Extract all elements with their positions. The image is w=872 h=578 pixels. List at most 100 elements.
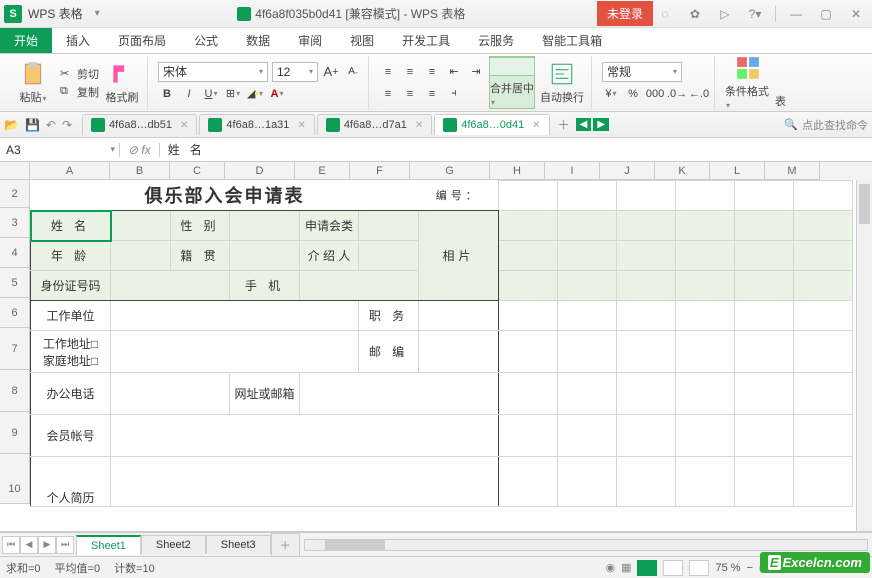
ribbon-tab-view[interactable]: 视图 [336,28,388,53]
photo-cell[interactable]: 相片 [419,211,499,301]
paste-button[interactable]: 粘贴▾ [10,56,56,109]
cell-A5[interactable]: 身份证号码 [31,271,111,301]
ribbon-tab-data[interactable]: 数据 [232,28,284,53]
col-header-C[interactable]: C [170,162,225,180]
currency-button[interactable]: ¥▾ [602,85,620,103]
col-header-H[interactable]: H [490,162,545,180]
sheet-nav-prev[interactable]: ◀ [20,536,38,554]
cell-G7[interactable] [419,331,499,373]
decrease-decimal-button[interactable]: ←.0 [690,85,708,103]
open-file-icon[interactable]: 📂 [4,118,19,132]
col-header-M[interactable]: M [765,162,820,180]
underline-button[interactable]: U▾ [202,85,220,103]
font-name-select[interactable]: 宋体▾ [158,62,268,82]
fill-color-button[interactable]: ◢▾ [246,85,264,103]
cell-B5[interactable] [111,271,230,301]
cell-A4[interactable]: 年 龄 [31,241,111,271]
document-tab-1[interactable]: 4f6a8…db51✕ [82,114,197,135]
fx-icon[interactable]: ⊘ fx [120,143,160,157]
row-header-9[interactable]: 9 [0,412,30,454]
row-header-6[interactable]: 6 [0,298,30,328]
increase-decimal-button[interactable]: .0→ [668,85,686,103]
cell-A9[interactable]: 会员帐号 [31,415,111,457]
cell-E4[interactable]: 介 绍 人 [300,241,359,271]
number-format-select[interactable]: 常规▾ [602,62,682,82]
sheet-tab-1[interactable]: Sheet1 [76,535,141,555]
cut-button[interactable]: ✂剪切 [60,66,99,82]
cell-D3[interactable] [230,211,300,241]
align-middle-button[interactable]: ≡ [401,63,419,81]
cell-B7[interactable] [111,331,359,373]
auto-wrap-button[interactable]: 自动换行 [539,56,585,109]
cell-A6[interactable]: 工作单位 [31,301,111,331]
select-all-corner[interactable] [0,162,30,180]
ribbon-tab-cloud[interactable]: 云服务 [464,28,528,53]
percent-button[interactable]: % [624,85,642,103]
border-button[interactable]: ⊞▾ [224,85,242,103]
close-tab-icon[interactable]: ✕ [180,120,188,131]
app-menu-dropdown[interactable]: ▾ [95,8,100,19]
align-top-button[interactable]: ≡ [379,63,397,81]
undo-icon[interactable]: ↶ [46,118,56,132]
align-right-button[interactable]: ≡ [423,85,441,103]
increase-font-button[interactable]: A+ [322,63,340,81]
redo-icon[interactable]: ↷ [62,118,72,132]
document-tab-4[interactable]: 4f6a8…0d41✕ [434,114,549,135]
minimize-button[interactable]: — [784,7,808,21]
view-normal-button[interactable] [637,560,657,576]
cell-B10[interactable] [111,457,499,507]
italic-button[interactable]: I [180,85,198,103]
name-box[interactable]: A3▾ [0,143,120,157]
conditional-format-button[interactable]: 条件格式▾ [725,56,771,109]
settings-icon[interactable]: ✿ [683,7,707,21]
close-tab-icon[interactable]: ✕ [415,120,423,131]
font-size-select[interactable]: 12▾ [272,62,318,82]
comma-button[interactable]: 000 [646,85,664,103]
row-header-8[interactable]: 8 [0,370,30,412]
font-color-button[interactable]: A▾ [268,85,286,103]
row-header-3[interactable]: 3 [0,208,30,238]
close-button[interactable]: ✕ [844,7,868,21]
row-header-2[interactable]: 2 [0,180,30,208]
tab-nav-right[interactable]: ▶ [593,118,609,131]
ribbon-tab-pagelayout[interactable]: 页面布局 [104,28,180,53]
record-macro-icon[interactable]: ◉ [605,561,615,574]
cell-C4[interactable]: 籍 贯 [171,241,230,271]
col-header-D[interactable]: D [225,162,295,180]
cell-F4[interactable] [359,241,419,271]
cell-B6[interactable] [111,301,359,331]
tab-nav-left[interactable]: ◀ [576,118,592,131]
table-format-button[interactable]: 表 [775,93,786,109]
indent-increase-button[interactable]: ⇥ [467,63,485,81]
cell-B4[interactable] [111,241,171,271]
document-tab-3[interactable]: 4f6a8…d7a1✕ [317,114,432,135]
align-left-button[interactable]: ≡ [379,85,397,103]
align-center-button[interactable]: ≡ [401,85,419,103]
sheet-tab-3[interactable]: Sheet3 [206,535,271,554]
col-header-I[interactable]: I [545,162,600,180]
merge-center-button[interactable]: 合并居中▾ [489,56,535,109]
cell-A7[interactable]: 工作地址□家庭地址□ [31,331,111,373]
close-tab-icon[interactable]: ✕ [297,120,305,131]
col-header-L[interactable]: L [710,162,765,180]
cell-D8[interactable]: 网址或邮箱 [230,373,300,415]
cell-F6[interactable]: 职 务 [359,301,419,331]
sheet-nav-last[interactable]: ⏭ [56,536,74,554]
document-tab-2[interactable]: 4f6a8…1a31✕ [199,114,314,135]
ribbon-tab-formula[interactable]: 公式 [180,28,232,53]
cell-B8[interactable] [111,373,230,415]
ribbon-tab-insert[interactable]: 插入 [52,28,104,53]
cell-D4[interactable] [230,241,300,271]
view-pagelayout-button[interactable] [663,560,683,576]
help-icon[interactable]: ?▾ [743,7,767,21]
sheet-nav-first[interactable]: ⏮ [2,536,20,554]
col-header-F[interactable]: F [350,162,410,180]
sheet-nav-next[interactable]: ▶ [38,536,56,554]
row-header-5[interactable]: 5 [0,268,30,298]
cell-C3[interactable]: 性 别 [171,211,230,241]
col-header-A[interactable]: A [30,162,110,180]
cell-grid[interactable]: 俱乐部入会申请表 编号： 姓 名 性 别 申请会类 相片 年 龄 籍 贯 [30,180,853,507]
add-sheet-button[interactable]: ＋ [271,533,300,556]
zoom-out-button[interactable]: − [747,562,753,574]
cell-E5[interactable] [300,271,419,301]
